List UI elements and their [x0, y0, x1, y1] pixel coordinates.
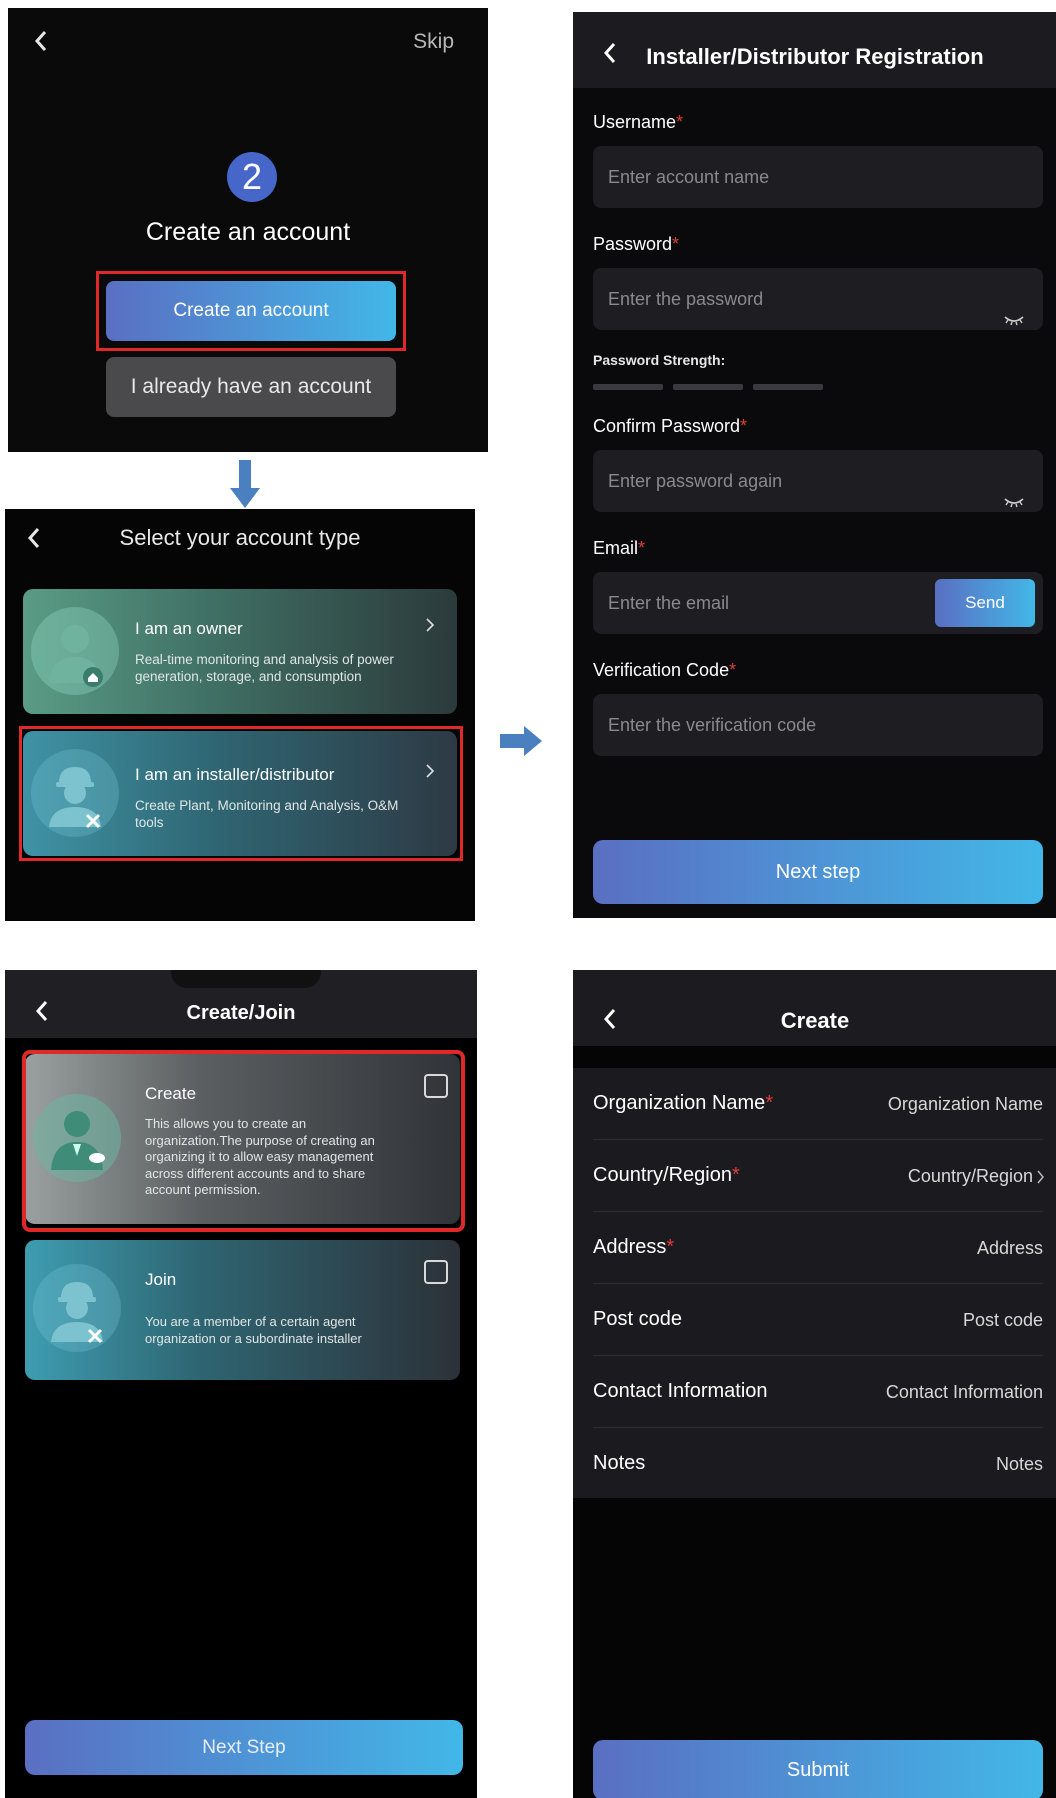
strength-bar-3 [753, 384, 823, 390]
email-placeholder: Enter the email [608, 593, 730, 613]
page-title: Create/Join [186, 1002, 296, 1024]
arrow-down-icon [230, 460, 260, 508]
password-field[interactable]: Enter the password [593, 268, 1043, 330]
row-value: Notes [995, 1454, 1043, 1474]
verification-code-field[interactable]: Enter the verification code [593, 694, 1043, 756]
row-label: Notes [593, 1452, 646, 1474]
form-row-organization-name[interactable]: Organization Name* Organization Name [593, 1068, 1043, 1140]
eye-hidden-icon[interactable] [1003, 472, 1025, 534]
form-row-notes[interactable]: Notes Notes [593, 1428, 1043, 1500]
next-step-button[interactable]: Next Step [25, 1720, 463, 1775]
account-type-screen: Select your account type I am an owner R… [5, 509, 475, 921]
page-title: Create an account [145, 218, 351, 246]
eye-hidden-icon[interactable] [1003, 290, 1025, 352]
arrow-right-icon [500, 726, 542, 756]
create-join-screen: Create/Join Create This allows you to cr… [5, 970, 477, 1798]
password-label: Password* [593, 234, 680, 254]
row-label: Address* [593, 1236, 675, 1258]
username-label: Username* [593, 112, 684, 132]
join-checkbox[interactable] [424, 1260, 448, 1284]
row-value: Address [976, 1238, 1043, 1258]
owner-card[interactable]: I am an owner Real-time monitoring and a… [23, 589, 457, 714]
row-label: Organization Name* [593, 1092, 774, 1114]
row-value: Post code [962, 1310, 1043, 1330]
form-row-country-region[interactable]: Country/Region* Country/Region [593, 1140, 1045, 1212]
create-account-screen: Skip 2 Create an account Create an accou… [8, 8, 488, 452]
row-value: Country/Region [907, 1166, 1033, 1186]
row-label: Country/Region* [593, 1164, 740, 1186]
organization-form: Organization Name* Organization Name Cou… [573, 1068, 1056, 1498]
strength-bar-2 [673, 384, 743, 390]
owner-desc-line2: generation, storage, and consumption [135, 669, 362, 684]
username-field[interactable]: Enter account name [593, 146, 1043, 208]
row-label: Contact Information [593, 1380, 768, 1402]
skip-link[interactable]: Skip [413, 30, 454, 54]
create-organization-screen: Create Organization Name* Organization N… [573, 970, 1056, 1798]
form-row-post-code[interactable]: Post code Post code [593, 1284, 1043, 1356]
page-title: Installer/Distributor Registration [646, 44, 984, 69]
email-field[interactable]: Enter the email Send [593, 572, 1043, 634]
strength-bar-1 [593, 384, 663, 390]
row-value: Organization Name [887, 1094, 1043, 1114]
page-title: Select your account type [119, 525, 361, 550]
owner-title: I am an owner [135, 619, 243, 638]
form-row-contact-information[interactable]: Contact Information Contact Information [593, 1356, 1043, 1428]
highlight-box [19, 726, 463, 861]
phone-notch [171, 970, 321, 988]
installer-avatar-icon [33, 1264, 121, 1352]
join-description: You are a member of a certain agent orga… [145, 1314, 362, 1346]
form-row-address[interactable]: Address* Address [593, 1212, 1043, 1284]
confirm-password-label: Confirm Password* [593, 416, 748, 436]
submit-button[interactable]: Submit [593, 1740, 1043, 1798]
confirm-password-placeholder: Enter password again [608, 471, 783, 491]
verification-code-label: Verification Code* [593, 660, 737, 680]
password-placeholder: Enter the password [608, 289, 764, 309]
back-chevron-icon[interactable] [34, 30, 48, 52]
row-value: Contact Information [885, 1382, 1043, 1402]
create-account-button[interactable]: Create an account [106, 281, 396, 341]
existing-account-button[interactable]: I already have an account [106, 357, 396, 417]
row-label: Post code [593, 1308, 682, 1330]
confirm-password-field[interactable]: Enter password again [593, 450, 1043, 512]
join-title: Join [145, 1270, 177, 1289]
chevron-right-icon [425, 617, 435, 638]
step-number-badge: 2 [227, 152, 277, 202]
password-strength-label: Password Strength: [593, 352, 726, 368]
highlight-box [22, 1050, 465, 1232]
page-title: Create [780, 1008, 850, 1033]
email-label: Email* [593, 538, 646, 558]
next-step-button[interactable]: Next step [593, 840, 1043, 904]
registration-screen: Installer/Distributor Registration Usern… [573, 12, 1056, 918]
owner-desc-line1: Real-time monitoring and analysis of pow… [135, 652, 394, 667]
join-option-card[interactable]: Join You are a member of a certain agent… [25, 1240, 460, 1380]
chevron-right-icon [1036, 1170, 1045, 1189]
owner-avatar-icon [31, 607, 119, 695]
send-code-button[interactable]: Send [935, 579, 1035, 627]
